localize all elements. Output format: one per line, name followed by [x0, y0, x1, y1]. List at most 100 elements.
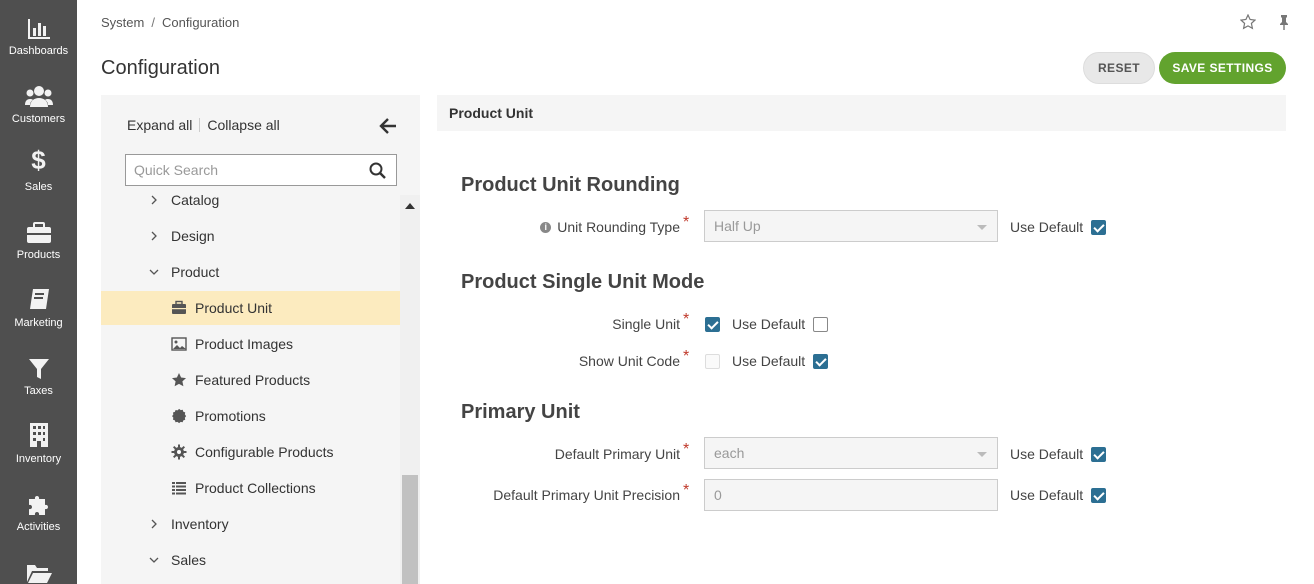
star-favorite-icon[interactable] [1239, 13, 1257, 30]
tree-item-label: Design [171, 228, 215, 244]
breadcrumb-separator: / [151, 15, 155, 30]
info-icon[interactable]: i [540, 221, 552, 233]
nav-item-inventory[interactable]: Inventory [0, 408, 77, 476]
breadcrumb-system[interactable]: System [101, 15, 144, 30]
image-icon [171, 337, 187, 351]
expand-all-link[interactable]: Expand all [127, 117, 192, 133]
chevron-down-icon [149, 557, 159, 563]
reset-button[interactable]: RESET [1083, 52, 1155, 84]
required-mark: * [683, 311, 690, 328]
nav-item-customers[interactable]: Customers [0, 68, 77, 136]
page-toolbar-icons [1239, 13, 1292, 30]
label-text: Show Unit Code [578, 353, 680, 369]
group-title-rounding: Product Unit Rounding [461, 174, 680, 196]
tree-item-promotions[interactable]: Promotions [101, 399, 400, 433]
label-text: Default Primary Unit Precision [493, 487, 680, 503]
scrollbar-thumb[interactable] [402, 475, 418, 584]
group-title-single-unit-mode: Product Single Unit Mode [461, 271, 705, 293]
nav-item-marketing[interactable]: Marketing [0, 272, 77, 340]
nav-item-products[interactable]: Products [0, 204, 77, 272]
inventory-icon [0, 408, 77, 448]
tree-list: Catalog Design Product Product Unit Prod… [101, 195, 400, 584]
collapse-all-link[interactable]: Collapse all [207, 117, 279, 133]
main-navigation: Dashboards Customers $ Sales Products Ma… [0, 0, 77, 584]
tree-item-label: Product Unit [195, 300, 273, 316]
star-icon [172, 373, 186, 387]
use-default-label: Use Default [1010, 219, 1084, 235]
nav-label-marketing: Marketing [14, 317, 63, 329]
tree-item-product[interactable]: Product [101, 255, 400, 289]
collapse-sidebar-arrow-icon[interactable] [379, 117, 397, 135]
tree-item-label: Product Images [195, 336, 294, 352]
scroll-up-arrow-icon[interactable] [405, 203, 415, 209]
single-unit-use-default-checkbox[interactable] [813, 317, 828, 332]
chevron-down-icon [149, 269, 159, 275]
select-value: each [714, 445, 745, 461]
field-label-default-primary-unit-precision: Default Primary Unit Precision [493, 487, 680, 503]
use-default-label: Use Default [732, 353, 806, 369]
activities-icon [0, 476, 77, 516]
label-text: Single Unit [612, 316, 680, 332]
tree-item-configurable-products[interactable]: Configurable Products [101, 435, 400, 469]
configuration-page: Dashboards Customers $ Sales Products Ma… [0, 0, 1314, 584]
list-icon [172, 482, 186, 495]
select-value: Half Up [714, 218, 761, 234]
chevron-right-icon [151, 195, 157, 205]
nav-item-dashboards[interactable]: Dashboards [0, 0, 77, 68]
precision-use-default-checkbox[interactable] [1091, 488, 1106, 503]
chevron-down-icon [977, 452, 987, 457]
default-primary-unit-select[interactable]: each [704, 437, 998, 469]
breadcrumb-configuration: Configuration [161, 15, 240, 30]
briefcase-icon [172, 300, 186, 314]
rounding-use-default-checkbox[interactable] [1091, 220, 1106, 235]
tree-item-inventory[interactable]: Inventory [101, 507, 400, 541]
tree-actions: Expand all Collapse all [127, 117, 280, 133]
chevron-right-icon [151, 231, 157, 241]
tree-item-label: Sales [171, 552, 207, 568]
customers-icon [0, 68, 77, 108]
quick-search [125, 154, 397, 186]
required-mark: * [683, 214, 690, 231]
pin-icon[interactable] [1276, 14, 1292, 30]
tree-scrollbar[interactable] [400, 195, 420, 584]
save-settings-button[interactable]: SAVE SETTINGS [1159, 52, 1286, 84]
label-text: Unit Rounding Type [557, 219, 680, 235]
nav-item-activities[interactable]: Activities [0, 476, 77, 544]
configuration-tree-panel: Expand all Collapse all Catalog Design [101, 95, 420, 584]
tree-item-label: Promotions [195, 408, 266, 424]
tree-item-sales[interactable]: Sales [101, 543, 400, 577]
nav-label-inventory: Inventory [15, 453, 62, 465]
label-text: Default Primary Unit [554, 446, 680, 462]
use-default-label: Use Default [1010, 446, 1084, 462]
tree-item-label: Product [171, 264, 220, 280]
field-label-single-unit: Single Unit [612, 316, 680, 332]
tree-item-label: Catalog [171, 195, 220, 208]
required-mark: * [683, 482, 690, 499]
chevron-down-icon [977, 225, 987, 230]
chevron-right-icon [151, 519, 157, 529]
quick-search-input[interactable] [126, 155, 362, 185]
search-icon[interactable] [369, 162, 386, 179]
tree-item-product-unit[interactable]: Product Unit [101, 291, 400, 325]
required-mark: * [683, 348, 690, 365]
tree-item-catalog[interactable]: Catalog [101, 195, 400, 217]
breadcrumb: System / Configuration [101, 15, 239, 30]
nav-item-sales[interactable]: $ Sales [0, 136, 77, 204]
tree-item-product-images[interactable]: Product Images [101, 327, 400, 361]
taxes-icon [0, 340, 77, 380]
default-primary-unit-precision-input[interactable]: 0 [704, 479, 998, 511]
single-unit-checkbox[interactable] [705, 317, 720, 332]
required-mark: * [683, 441, 690, 458]
field-label-unit-rounding-type: i Unit Rounding Type [540, 219, 680, 235]
nav-item-taxes[interactable]: Taxes [0, 340, 77, 408]
nav-item-folder[interactable] [0, 544, 77, 584]
tree-item-design[interactable]: Design [101, 219, 400, 253]
show-unit-code-use-default-checkbox[interactable] [813, 354, 828, 369]
group-title-primary-unit: Primary Unit [461, 401, 580, 423]
primary-unit-use-default-checkbox[interactable] [1091, 447, 1106, 462]
tree-item-featured-products[interactable]: Featured Products [101, 363, 400, 397]
show-unit-code-checkbox[interactable] [705, 354, 720, 369]
tree-item-product-collections[interactable]: Product Collections [101, 471, 400, 505]
use-default-label: Use Default [732, 316, 806, 332]
unit-rounding-type-select[interactable]: Half Up [704, 210, 998, 242]
